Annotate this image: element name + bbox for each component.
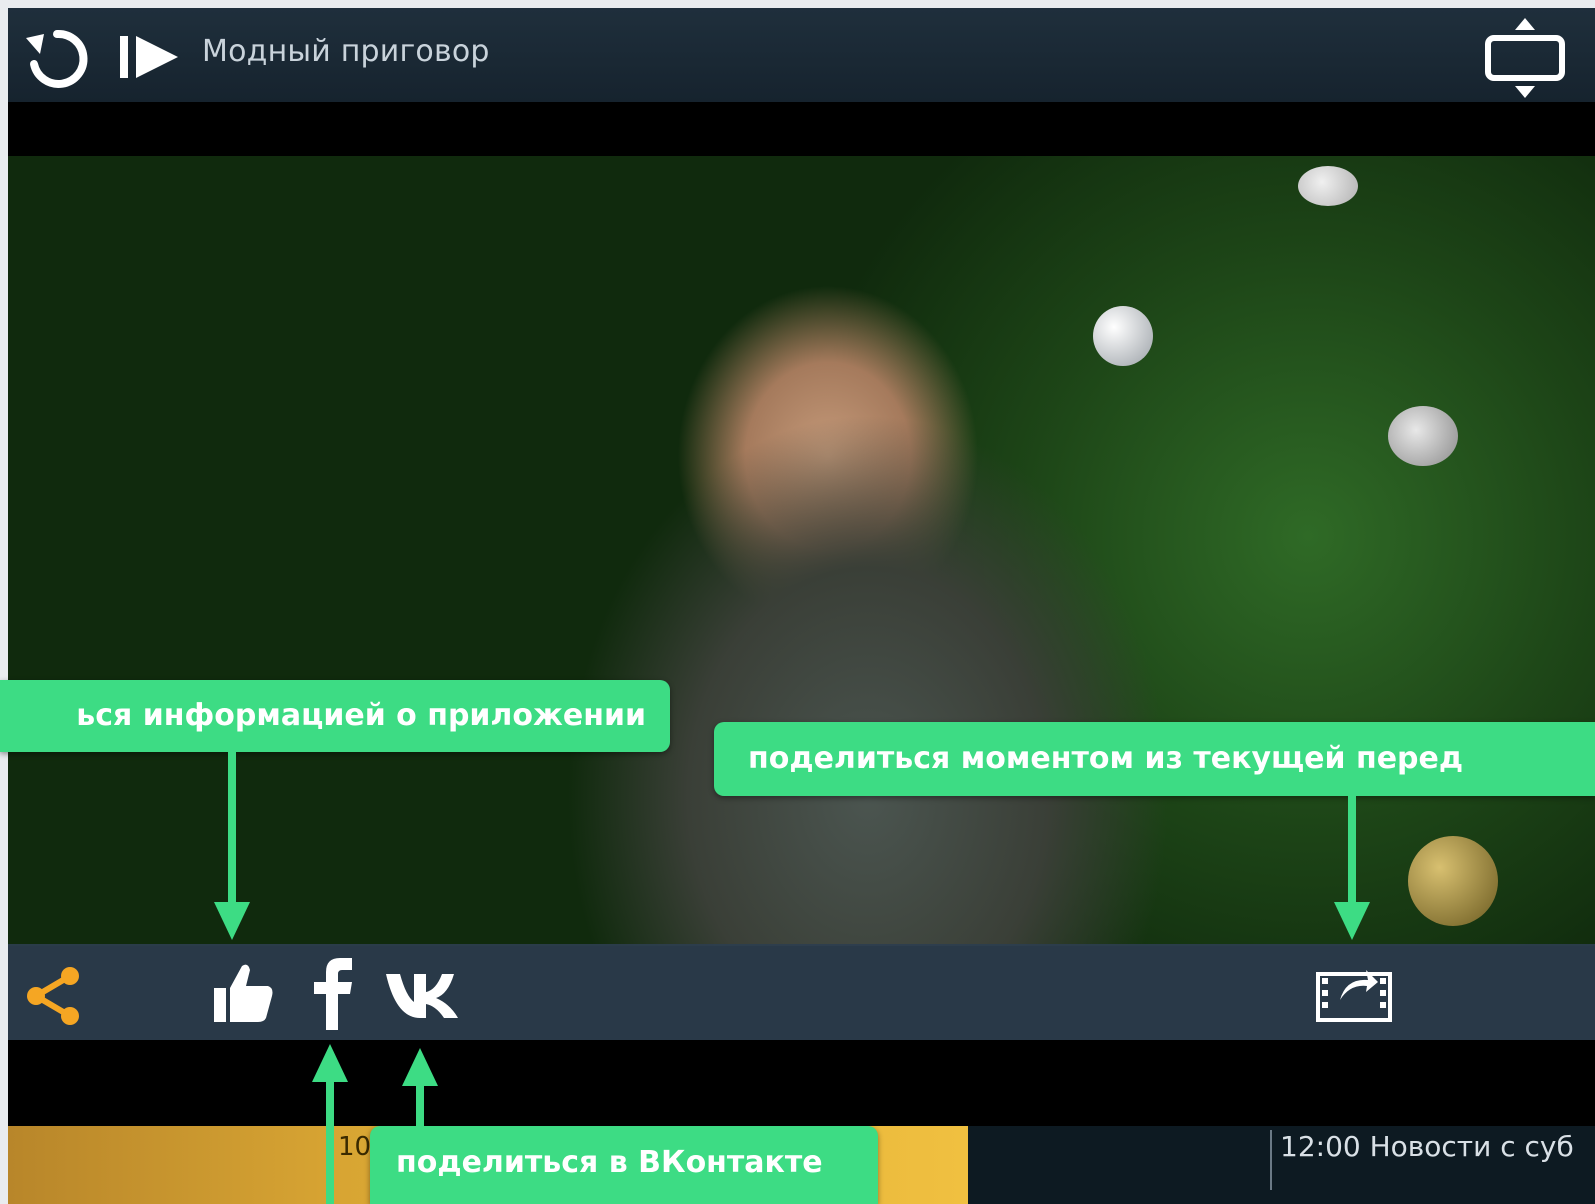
facebook-icon[interactable] — [306, 954, 362, 1030]
like-icon[interactable] — [208, 958, 278, 1028]
resize-icon[interactable] — [1478, 14, 1568, 100]
player-top-bar: Модный приговор — [8, 8, 1595, 102]
arrow-to-like — [214, 752, 250, 940]
ornament — [1388, 406, 1458, 466]
player-window: Модный приговор 10: 12:00 Новости с суб — [8, 8, 1595, 1204]
vk-icon[interactable] — [384, 968, 472, 1020]
play-icon[interactable] — [118, 34, 180, 80]
player-control-bar — [8, 944, 1595, 1040]
schedule-next-program[interactable]: 12:00 Новости с суб — [1270, 1130, 1574, 1190]
share-icon[interactable] — [22, 964, 86, 1028]
moment-capture-icon[interactable] — [1316, 960, 1392, 1024]
ornament — [1093, 306, 1153, 366]
ornament — [1408, 836, 1498, 926]
ornament — [1298, 166, 1358, 206]
callout-share-moment: поделиться моментом из текущей перед — [714, 722, 1595, 796]
arrow-to-moment — [1334, 796, 1370, 940]
arrow-to-facebook — [312, 1044, 348, 1204]
program-title: Модный приговор — [202, 34, 490, 69]
arrow-to-vk — [402, 1048, 438, 1128]
callout-share-vk: поделиться в ВКонтакте — [370, 1126, 878, 1204]
replay-icon[interactable] — [22, 24, 92, 94]
callout-app-info: ься информацией о приложении — [0, 680, 670, 752]
